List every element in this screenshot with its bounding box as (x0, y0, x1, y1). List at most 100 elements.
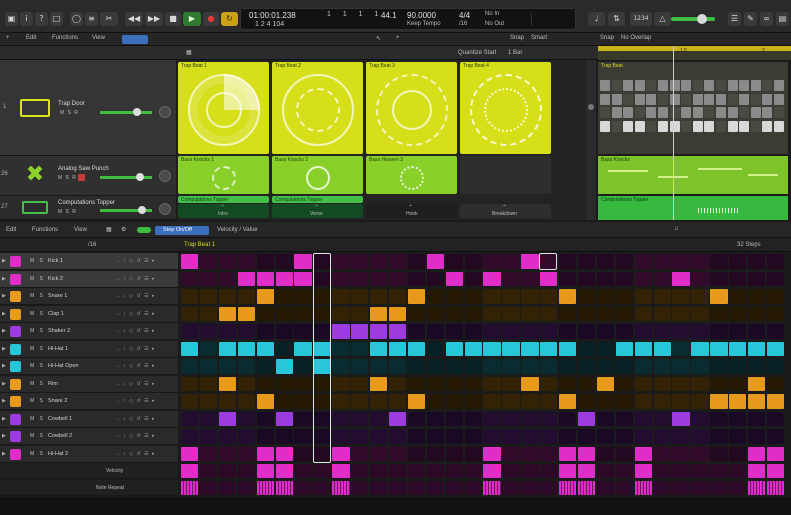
step-cell[interactable] (634, 254, 652, 269)
step-cell[interactable] (332, 359, 350, 374)
step-cell[interactable] (351, 394, 369, 409)
step-cell[interactable] (766, 376, 785, 391)
mute-solo-buttons[interactable]: M S (30, 398, 45, 404)
step-cell[interactable] (615, 324, 634, 339)
row-settings-icons[interactable]: → ↕ ◇ ↺ ☰ ▸ (115, 381, 155, 387)
step-count[interactable]: 32 Steps (737, 242, 761, 248)
velocity-bar[interactable] (691, 464, 709, 478)
velocity-bar[interactable] (426, 464, 445, 478)
step-cell[interactable] (199, 446, 218, 461)
step-cell[interactable] (596, 429, 615, 444)
step-cell[interactable] (237, 289, 256, 304)
step-cell[interactable] (577, 394, 596, 409)
step-cell[interactable] (332, 306, 350, 321)
pencil-tool-icon[interactable]: + (396, 35, 400, 41)
step-cell[interactable] (388, 376, 407, 391)
step-cell[interactable] (275, 306, 293, 321)
step-cell[interactable] (615, 271, 634, 286)
step-cell[interactable] (275, 271, 293, 286)
step-cell[interactable] (445, 341, 463, 356)
step-cell[interactable] (218, 324, 237, 339)
note-repeat-cell[interactable] (426, 481, 445, 495)
note-repeat-cell[interactable] (370, 481, 388, 495)
step-cell[interactable] (691, 429, 709, 444)
step-cell[interactable] (577, 341, 596, 356)
play-button[interactable]: ▶ (183, 12, 201, 26)
step-cell[interactable] (634, 411, 652, 426)
step-cell[interactable] (388, 306, 407, 321)
note-repeat-cell[interactable] (634, 481, 652, 495)
step-cell[interactable] (672, 376, 690, 391)
step-cell[interactable] (729, 446, 747, 461)
count-in-icon[interactable]: ⇅ (608, 12, 625, 26)
mute-solo-buttons[interactable]: M S (30, 258, 45, 264)
step-division[interactable]: /16 (88, 242, 96, 248)
track-volume-knob[interactable] (136, 173, 144, 181)
step-cell[interactable] (748, 271, 766, 286)
note-repeat-cell[interactable] (653, 481, 671, 495)
step-cell[interactable] (407, 254, 426, 269)
step-cell[interactable] (237, 324, 256, 339)
step-cell[interactable] (351, 446, 369, 461)
velocity-bar[interactable] (596, 464, 615, 478)
step-cell[interactable] (351, 289, 369, 304)
step-cell[interactable] (748, 411, 766, 426)
step-cell[interactable] (199, 376, 218, 391)
step-cell[interactable] (181, 411, 199, 426)
velocity-bar[interactable] (483, 464, 501, 478)
step-cell[interactable] (445, 289, 463, 304)
row-settings-icons[interactable]: → ↕ ◇ ↺ ☰ ▸ (115, 258, 155, 264)
mute-solo-buttons[interactable]: M S (30, 363, 45, 369)
step-cell[interactable] (256, 376, 274, 391)
step-cell[interactable] (615, 254, 634, 269)
step-cell[interactable] (237, 411, 256, 426)
velocity-bar[interactable] (766, 464, 785, 478)
step-cell[interactable] (256, 359, 274, 374)
step-cell[interactable] (351, 254, 369, 269)
note-repeat-cell[interactable] (748, 481, 766, 495)
step-cell[interactable] (691, 306, 709, 321)
step-cell[interactable] (181, 359, 199, 374)
step-cell[interactable] (332, 271, 350, 286)
step-cell[interactable] (691, 341, 709, 356)
step-cell[interactable] (634, 394, 652, 409)
step-cell[interactable] (370, 446, 388, 461)
step-cell[interactable] (426, 394, 445, 409)
row-settings-icons[interactable]: → ↕ ◇ ↺ ☰ ▸ (115, 433, 155, 439)
note-repeat-cell[interactable] (483, 481, 501, 495)
row-settings-icons[interactable]: → ↕ ◇ ↺ ☰ ▸ (115, 276, 155, 282)
row-settings-icons[interactable]: → ↕ ◇ ↺ ☰ ▸ (115, 328, 155, 334)
step-cell[interactable] (748, 341, 766, 356)
step-cell[interactable] (559, 446, 577, 461)
master-volume-slider[interactable] (671, 17, 715, 21)
step-cell[interactable] (766, 411, 785, 426)
step-cell[interactable] (388, 411, 407, 426)
step-cell[interactable] (426, 359, 445, 374)
step-cell[interactable] (426, 271, 445, 286)
step-cell[interactable] (521, 429, 539, 444)
mute-solo-buttons[interactable]: M S (30, 328, 45, 334)
step-cell[interactable] (540, 359, 558, 374)
step-cell[interactable] (634, 359, 652, 374)
step-cell[interactable] (577, 324, 596, 339)
note-repeat-cell[interactable] (766, 481, 785, 495)
region-bass-knocks[interactable]: Bass Knocks (598, 156, 788, 194)
step-cell[interactable] (672, 446, 690, 461)
toolbar-icon[interactable]: □ (50, 12, 63, 26)
step-cell[interactable] (748, 324, 766, 339)
note-repeat-cell[interactable] (351, 481, 369, 495)
step-cell[interactable] (181, 324, 199, 339)
step-cell[interactable] (729, 429, 747, 444)
note-repeat-cell[interactable] (294, 481, 312, 495)
step-cell[interactable] (237, 359, 256, 374)
step-cell[interactable] (672, 359, 690, 374)
step-cell[interactable] (351, 359, 369, 374)
track-name[interactable]: Trap Door (58, 101, 85, 107)
step-cell[interactable] (672, 306, 690, 321)
step-cell[interactable] (596, 271, 615, 286)
step-cell[interactable] (710, 394, 728, 409)
velocity-bar[interactable] (275, 464, 293, 478)
step-cell[interactable] (691, 376, 709, 391)
step-cell[interactable] (351, 429, 369, 444)
disclosure-icon[interactable]: ▶ (2, 433, 6, 439)
